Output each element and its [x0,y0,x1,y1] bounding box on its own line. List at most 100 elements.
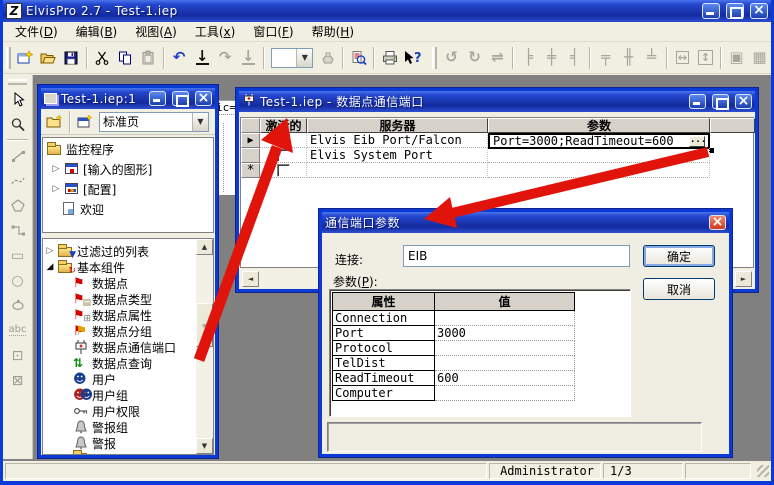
tree-item-alarm-group[interactable]: 警报组 [73,419,128,435]
params-row[interactable]: ReadTimeout600 [333,371,575,386]
active-checkbox[interactable] [260,163,307,178]
polygon-tool-icon [5,193,31,218]
tree-item-data-point-attribute[interactable]: ⚑⊞ 数据点属性 [73,307,152,323]
expand-arrow-icon[interactable]: ▷ [51,184,61,194]
tree-item-user-group[interactable]: ☻☻ 用户组 [73,387,128,403]
scroll-right-icon[interactable]: ► [735,271,752,287]
tree-item-user-permission[interactable]: 用户权限 [73,403,140,419]
grid-cell-server-empty[interactable] [307,163,488,178]
tree-item-data-point[interactable]: ⚑ 数据点 [73,275,128,291]
tree-item-monitor-program[interactable]: 监控程序 [47,141,114,157]
expand-arrow-icon[interactable]: ▷ [51,164,61,174]
tree-item-basic-components[interactable]: ◢ ↻ 基本组件 [45,259,125,275]
comm-port-window-title-bar[interactable]: Test-1.iep - 数据点通信端口 [239,91,755,112]
new-icon[interactable] [14,46,37,70]
dialog-title-bar[interactable]: 通信端口参数 [322,212,729,233]
zoom-tool-icon[interactable] [5,112,31,137]
expand-arrow-icon[interactable]: ▷ [45,246,55,256]
active-checkbox[interactable] [260,148,307,163]
menu-window[interactable]: 窗口(F) [245,21,301,42]
collapse-arrow-icon[interactable]: ◢ [45,262,55,272]
grid-header-server[interactable]: 服务器 [307,118,488,133]
grid-header-params[interactable]: 参数 [488,118,710,133]
status-page: 1/3 [603,463,683,479]
menu-file[interactable]: 文件(D) [7,21,66,42]
tree-item-input-graphics[interactable]: ▷ [输入的图形] [51,161,152,177]
minimize-button[interactable] [689,94,706,109]
grid-cell-params[interactable] [488,148,710,163]
resize-grip[interactable] [757,465,769,477]
grid-header-active[interactable]: 激活的 [260,118,307,133]
context-help-icon[interactable]: ? [401,46,424,70]
tree-item-clipped[interactable] [73,451,89,455]
scroll-up-icon[interactable]: ▲ [196,239,213,255]
close-button[interactable] [195,91,212,106]
menu-edit[interactable]: 编辑(B) [68,21,126,42]
copy-icon[interactable] [114,46,137,70]
close-button[interactable] [735,94,752,109]
cancel-button[interactable]: 取消 [643,278,715,300]
tree-item-alarm[interactable]: 警报 [73,435,116,451]
scrollbar-thumb[interactable]: ≡ [196,303,213,347]
save-icon[interactable] [60,46,83,70]
menu-help[interactable]: 帮助(H) [304,21,362,42]
active-checkbox[interactable] [260,133,307,148]
new-page-icon[interactable] [74,110,96,134]
params-row[interactable]: Protocol [333,341,575,356]
connection-field[interactable]: EIB [403,245,630,267]
minimize-button[interactable] [702,3,720,19]
line-tool-icon [5,143,31,168]
status-bar: Administrator 1/3 [3,461,771,481]
menu-tools[interactable]: 工具(x) [187,21,243,42]
open-icon[interactable] [37,46,60,70]
params-row[interactable]: Computer [333,386,575,401]
maximize-button[interactable] [172,91,189,106]
find-icon[interactable] [347,46,370,70]
minimize-button[interactable] [149,91,166,106]
scroll-left-icon[interactable]: ◄ [242,271,259,287]
tree-item-welcome[interactable]: 欢迎 [61,201,104,217]
cut-icon[interactable] [91,46,114,70]
toolbar-grip[interactable] [8,79,27,85]
menu-view[interactable]: 视图(A) [127,21,185,42]
chevron-down-icon[interactable]: ▼ [296,49,312,67]
params-row[interactable]: TelDist [333,356,575,371]
tree-item-data-point-query[interactable]: ⇅ 数据点查询 [73,355,152,371]
new-folder-icon[interactable] [44,110,66,134]
toolbar-grip[interactable] [6,47,11,69]
move-down-icon[interactable]: ↓ [191,46,214,70]
maximize-button[interactable] [726,3,744,19]
tree-item-data-point-type[interactable]: ⚑▤ 数据点类型 [73,291,152,307]
page-combobox[interactable]: 标准页 ▼ [99,112,209,132]
ok-button[interactable]: 确定 [643,245,715,267]
undo-icon[interactable]: ↶ [168,46,191,70]
project-window-title-bar[interactable]: Test-1.iep:1 [41,88,215,109]
scroll-down-icon[interactable]: ▼ [196,438,213,454]
grid-cell-params-selected[interactable]: Port=3000;ReadTimeout=600 ... [488,133,710,149]
grid-cell-server[interactable]: Elvis System Port [307,148,488,163]
close-button[interactable] [750,3,768,19]
tree-vertical-scrollbar[interactable]: ▲ ≡ ▼ [196,239,213,454]
close-button[interactable] [709,215,726,230]
select-tool-icon[interactable] [5,87,31,112]
params-row[interactable]: Connection [333,311,575,326]
row-selector-new[interactable]: * [241,163,260,178]
tree-item-configuration[interactable]: ▷ [配置] [51,181,116,197]
tree-item-data-point-group[interactable]: ⚑⚑ 数据点分组 [73,323,152,339]
row-selector[interactable] [241,148,260,163]
maximize-button[interactable] [712,94,729,109]
toolbar-grip[interactable] [432,47,437,69]
chevron-down-icon[interactable]: ▼ [192,113,208,131]
tree-item-user[interactable]: ☻ 用户 [73,371,116,387]
tree-item-filtered-list[interactable]: ▷ ▼ 过滤过的列表 [45,243,149,259]
picture-tool-icon: ⊠ [5,368,31,393]
print-icon[interactable] [378,46,401,70]
tree-item-data-point-comm-port[interactable]: 数据点通信端口 [73,339,176,355]
graphics-icon [64,162,80,176]
ellipsis-button[interactable]: ... [689,136,705,147]
params-row[interactable]: Port3000 [333,326,575,341]
zoom-combobox[interactable]: ▼ [271,48,314,68]
row-selector-current[interactable]: ▶ [241,133,260,148]
grid-cell-params-empty[interactable] [488,163,710,178]
grid-cell-server[interactable]: Elvis Eib Port/Falcon [307,133,488,148]
